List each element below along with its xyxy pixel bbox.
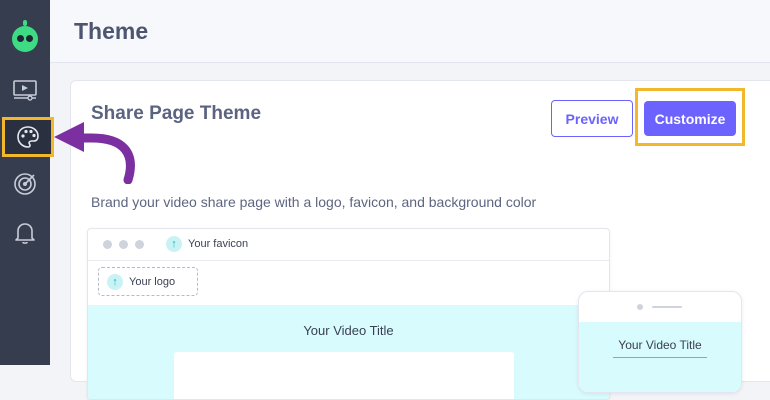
sidebar-item-notifications[interactable] (8, 216, 42, 250)
favicon-label: Your favicon (188, 238, 249, 250)
annotation-arrow-icon (54, 122, 135, 184)
mobile-video-title: Your Video Title (618, 338, 702, 352)
browser-bar: ↑ Your favicon (88, 229, 609, 261)
video-library-icon (13, 80, 37, 101)
window-dot (135, 240, 144, 249)
desktop-preview: ↑ Your favicon ↑ Your logo Your Video Ti… (87, 228, 610, 400)
mobile-title-underline (613, 357, 707, 358)
robot-logo-icon[interactable] (12, 20, 38, 52)
page-title: Theme (74, 18, 149, 44)
mobile-speaker-line (652, 306, 682, 308)
share-page-theme-card: Share Page Theme Preview Customize Brand… (70, 80, 770, 400)
video-placeholder (174, 352, 514, 399)
customize-button[interactable]: Customize (644, 101, 736, 136)
customize-highlight: Customize (635, 88, 745, 146)
page-header: Theme (50, 0, 770, 63)
mobile-camera-dot (637, 304, 643, 310)
preview-button[interactable]: Preview (551, 100, 633, 137)
sidebar (0, 0, 54, 365)
window-dot (119, 240, 128, 249)
card-description: Brand your video share page with a logo,… (91, 194, 537, 210)
window-dot (103, 240, 112, 249)
mobile-hero: Your Video Title (579, 322, 741, 392)
sidebar-item-analytics[interactable] (8, 167, 42, 201)
sidebar-item-theme[interactable] (2, 117, 54, 157)
bell-icon (15, 223, 35, 244)
preview-hero: Your Video Title (88, 305, 609, 399)
sidebar-item-videos[interactable] (8, 73, 42, 107)
logo-placeholder: ↑ Your logo (98, 267, 198, 296)
upload-icon: ↑ (107, 274, 123, 290)
video-title: Your Video Title (303, 323, 394, 338)
target-icon (14, 173, 36, 195)
palette-icon (17, 126, 39, 148)
mobile-preview: Your Video Title (578, 291, 742, 393)
logo-label: Your logo (129, 276, 176, 288)
upload-icon: ↑ (166, 236, 182, 252)
